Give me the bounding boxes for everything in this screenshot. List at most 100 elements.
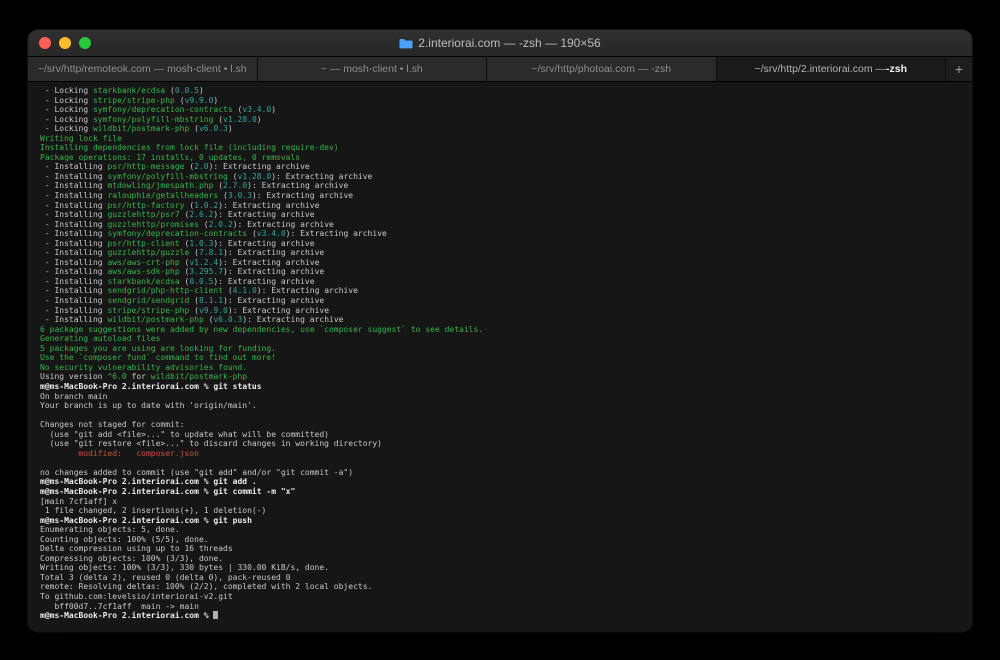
text-segment: ) [198,86,204,95]
terminal-line: bff00d7..7cf1aff main -> main [40,602,964,612]
text-segment: v3.4.0 [256,229,286,239]
traffic-lights [28,37,91,49]
new-tab-button[interactable]: + [946,57,972,81]
terminal-line: Your branch is up to date with 'origin/m… [40,401,964,411]
text-segment: symfony/deprecation-contracts [107,229,248,239]
window-titlebar[interactable]: 2.interiorai.com — -zsh — 190×56 [28,30,972,57]
text-segment: Enumerating objects: 5, done. [40,525,180,535]
text-segment: psr/http-client [107,238,180,248]
tab-4[interactable]: ~/srv/http/2.interiorai.com — -zsh [716,57,946,81]
text-segment: - Installing [40,315,108,325]
text-segment: Changes not staged for commit: [40,420,185,430]
text-segment: - Installing [40,248,108,258]
text-segment: ) [227,124,233,134]
text-segment: 3.295.7 [189,267,224,277]
terminal-line: m@ms-MacBook-Pro 2.interiorai.com % git … [40,487,964,497]
terminal-line: - Locking symfony/deprecation-contracts … [40,105,964,115]
text-segment: starkbank/ecdsa [107,276,180,286]
terminal-line: - Installing ralouphie/getallheaders (3.… [40,191,964,201]
text-segment: ( [189,248,199,258]
text-segment: v1.28.0 [223,114,257,124]
text-segment: - Installing [40,171,108,181]
text-segment: Use the `composer fund` command to find … [40,353,277,363]
tab-label: ~/srv/http/2.interiorai.com — [754,63,887,75]
terminal-line: Writing objects: 100% (3/3), 330 bytes |… [40,563,964,573]
terminal-line: no changes added to commit (use "git add… [40,468,964,478]
text-segment: - Locking [40,95,93,105]
terminal-line: - Installing mtdowling/jmespath.php (2.7… [40,181,964,191]
text-segment: ( [218,191,228,201]
text-segment: ( [198,219,209,229]
text-segment: aws/aws-crt-php [107,257,180,267]
terminal-line: - Installing guzzlehttp/guzzle (7.8.1): … [40,248,964,258]
text-segment: ( [179,276,190,286]
text-segment: ( [203,315,214,325]
terminal-line: - Installing guzzlehttp/promises (2.0.2)… [40,220,964,230]
text-segment: ^6.0 [107,372,127,382]
text-segment: 6 package suggestions were added by new … [40,324,484,334]
text-segment: m@ms-MacBook-Pro 2.interiorai.com % [40,611,214,621]
text-segment: - Locking [40,86,93,95]
text-segment: ( [227,171,238,181]
text-segment: 0.0.5 [189,276,214,286]
text-segment: 1.0.3 [189,238,214,248]
close-button[interactable] [39,37,51,49]
text-segment: ): Extracting archive [213,276,315,286]
terminal-line: m@ms-MacBook-Pro 2.interiorai.com % git … [40,477,964,487]
text-segment: ): Extracting archive [271,171,373,181]
terminal-line: On branch main [40,392,964,402]
terminal-line: - Installing sendgrid/php-http-client (4… [40,286,964,296]
text-segment: [main 7cf1aff] x [40,496,118,506]
text-segment: ( [213,181,224,191]
text-segment: for [126,372,151,382]
text-segment: stripe/stripe-php [92,95,175,105]
terminal-line: - Installing aws/aws-crt-php (v1.2.4): E… [40,258,964,268]
text-segment: Package operations: 17 installs, 0 updat… [40,152,301,162]
tab-list: ~/srv/http/remoteok.com — mosh-client • … [28,57,946,81]
text-segment: - Installing [40,210,108,220]
text-segment: wildbit/postmark-php [150,372,248,382]
terminal-window: 2.interiorai.com — -zsh — 190×56 ~/srv/h… [28,30,972,632]
text-segment: ( [247,229,257,239]
terminal-line: - Installing sendgrid/sendgrid (8.1.1): … [40,296,964,306]
text-segment: 5 packages you are using are looking for… [40,343,277,353]
text-segment: On branch main [40,391,108,401]
terminal-line: (use "git add <file>..." to update what … [40,430,964,440]
text-segment: ( [189,124,199,134]
terminal-line: Total 3 (delta 2), reused 0 (delta 0), p… [40,573,964,583]
terminal-line: 5 packages you are using are looking for… [40,344,964,354]
terminal-line: [main 7cf1aff] x [40,497,964,507]
text-segment: wildbit/postmark-php [92,124,190,134]
text-segment: ): Extracting archive [242,315,344,325]
text-segment: ) [256,114,262,124]
text-segment: v1.28.0 [237,171,272,181]
terminal-content[interactable]: - Locking starkbank/ecdsa (0.0.5) - Lock… [28,82,972,632]
text-segment: starkbank/ecdsa [92,86,166,95]
text-segment: ( [179,210,190,220]
text-segment: guzzlehttp/psr7 [107,210,180,220]
text-segment: 2.7.0 [223,181,248,191]
text-segment: - Locking [40,114,93,124]
text-segment: - Installing [40,200,108,210]
terminal-line: - Installing symfony/polyfill-mbstring (… [40,172,964,182]
text-segment: ): Extracting archive [247,181,349,191]
tab-label: ~ — mosh-client • l.sh [320,63,423,75]
text-segment: ( [165,86,175,95]
text-segment: modified: composer.json [40,448,199,458]
text-segment: ): Extracting archive [223,296,325,306]
terminal-line: - Locking stripe/stripe-php (v9.9.0) [40,96,964,106]
tab-3[interactable]: ~/srv/http/photoai.com — -zsh [487,57,717,81]
zoom-button[interactable] [79,37,91,49]
text-segment: - Installing [40,191,108,201]
text-segment: 1 file changed, 2 insertions(+), 1 delet… [40,506,267,516]
terminal-line: m@ms-MacBook-Pro 2.interiorai.com % git … [40,516,964,526]
text-segment: ( [174,95,185,105]
text-segment: m@ms-MacBook-Pro 2.interiorai.com % git … [40,477,257,487]
terminal-line: Enumerating objects: 5, done. [40,525,964,535]
terminal-line: - Installing aws/aws-sdk-php (3.295.7): … [40,267,964,277]
minimize-button[interactable] [59,37,71,49]
text-segment: Counting objects: 100% (5/5), done. [40,534,209,544]
tab-1[interactable]: ~/srv/http/remoteok.com — mosh-client • … [28,57,258,81]
text-segment: ( [189,296,199,306]
tab-2[interactable]: ~ — mosh-client • l.sh [257,57,487,81]
